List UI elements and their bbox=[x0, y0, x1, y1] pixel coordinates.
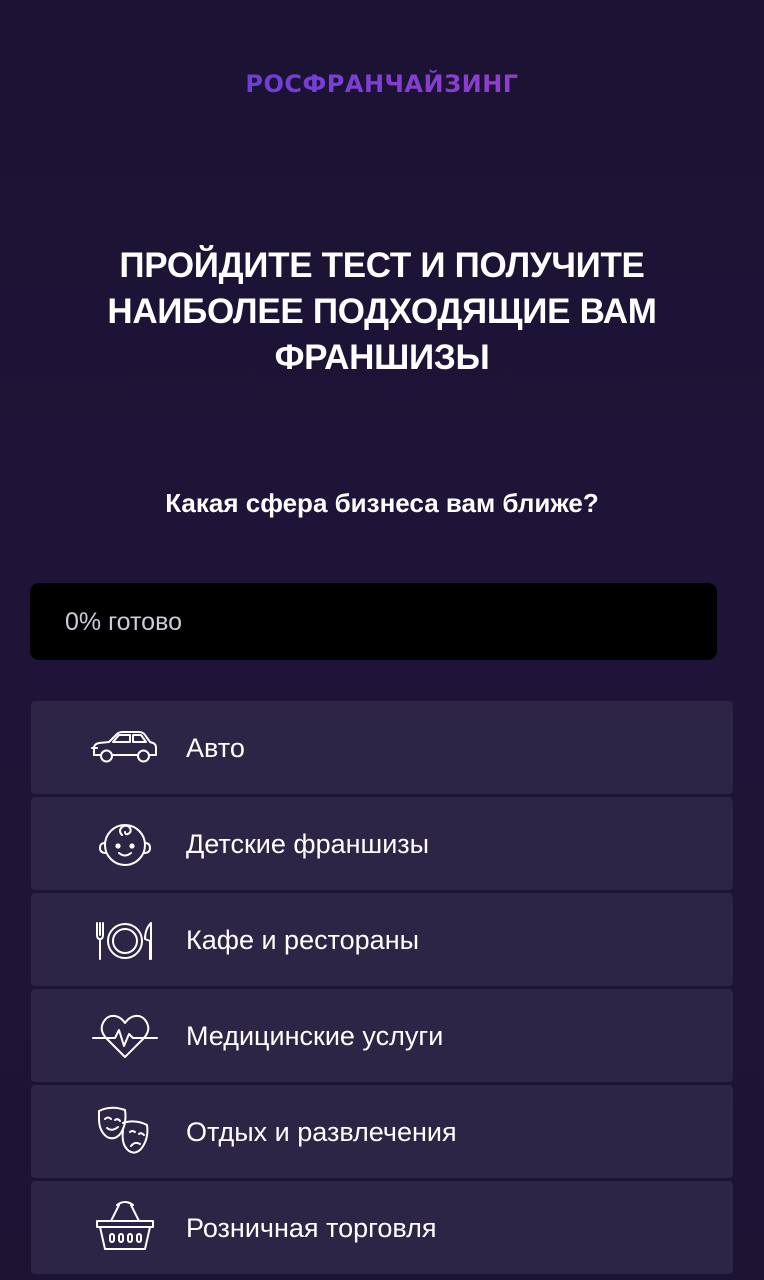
progress-label: 0% готово bbox=[65, 608, 182, 636]
heart-pulse-icon bbox=[89, 1005, 161, 1065]
option-auto[interactable]: Авто bbox=[31, 701, 733, 794]
option-label: Розничная торговля bbox=[186, 1213, 437, 1243]
page-title-line-2: НАИБОЛЕЕ ПОДХОДЯЩИЕ ВАМ bbox=[107, 292, 657, 331]
option-label: Кафе и рестораны bbox=[186, 925, 420, 955]
baby-face-icon bbox=[89, 813, 161, 873]
page-title-line-3: ФРАНШИЗЫ bbox=[274, 338, 490, 377]
option-label: Медицинские услуги bbox=[186, 1021, 444, 1051]
brand-logo[interactable]: РОСФРАНЧАЙЗИНГ bbox=[0, 68, 764, 100]
page-title: ПРОЙДИТЕ ТЕСТ И ПОЛУЧИТЕ НАИБОЛЕЕ ПОДХОД… bbox=[60, 243, 704, 381]
progress-bar: 0% готово bbox=[30, 583, 717, 660]
page-title-line-1: ПРОЙДИТЕ ТЕСТ И ПОЛУЧИТЕ bbox=[119, 246, 645, 285]
theater-masks-icon bbox=[89, 1101, 161, 1161]
option-retail[interactable]: Розничная торговля bbox=[31, 1181, 733, 1274]
quiz-question: Какая сфера бизнеса вам ближе? bbox=[165, 488, 599, 518]
option-label: Детские франшизы bbox=[186, 829, 430, 859]
option-medical-services[interactable]: Медицинские услуги bbox=[31, 989, 733, 1082]
answer-options-list: Авто Детские франшизы Кафе и рестораны М… bbox=[31, 701, 733, 1277]
option-label: Авто bbox=[186, 733, 245, 763]
option-label: Отдых и развлечения bbox=[186, 1117, 457, 1147]
option-kids-franchises[interactable]: Детские франшизы bbox=[31, 797, 733, 890]
shopping-basket-icon bbox=[89, 1197, 161, 1257]
option-cafes-restaurants[interactable]: Кафе и рестораны bbox=[31, 893, 733, 986]
plate-cutlery-icon bbox=[89, 909, 161, 969]
option-leisure-entertainment[interactable]: Отдых и развлечения bbox=[31, 1085, 733, 1178]
car-icon bbox=[89, 717, 161, 777]
